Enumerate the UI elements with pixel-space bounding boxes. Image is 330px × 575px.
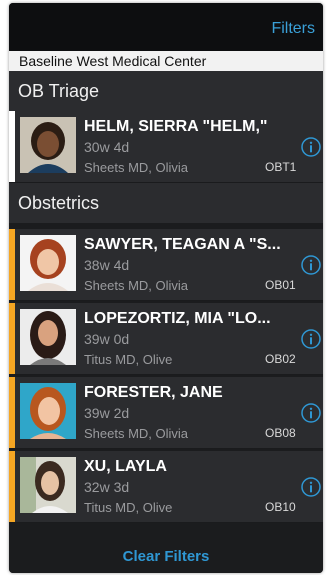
- app-window: Filters Baseline West Medical Center OB …: [9, 3, 323, 573]
- patient-row[interactable]: SAWYER, TEAGAN A "S... 38w 4d Sheets MD,…: [9, 229, 323, 301]
- status-stripe: [9, 377, 15, 448]
- section-header-ob-triage: OB Triage: [9, 71, 323, 111]
- clear-filters-button[interactable]: Clear Filters: [9, 548, 323, 565]
- patient-photo: [20, 235, 76, 291]
- status-stripe: [9, 111, 15, 182]
- patient-row[interactable]: XU, LAYLA 32w 3d Titus MD, Olive OB10: [9, 451, 323, 523]
- info-icon[interactable]: [301, 137, 321, 157]
- bed-location: OB10: [265, 500, 296, 514]
- status-stripe: [9, 451, 15, 522]
- info-icon[interactable]: [301, 329, 321, 349]
- attending-provider: Titus MD, Olive: [84, 500, 173, 515]
- attending-provider: Sheets MD, Olivia: [84, 278, 189, 293]
- gestational-age: 38w 4d: [84, 257, 130, 273]
- status-stripe: [9, 303, 15, 374]
- status-stripe: [9, 229, 15, 300]
- gestational-age: 32w 3d: [84, 479, 130, 495]
- info-icon[interactable]: [301, 403, 321, 423]
- info-icon[interactable]: [301, 255, 321, 275]
- patient-photo: [20, 117, 76, 173]
- section-header-obstetrics: Obstetrics: [9, 183, 323, 223]
- attending-provider: Titus MD, Olive: [84, 352, 173, 367]
- gestational-age: 30w 4d: [84, 139, 130, 155]
- nav-bar: Filters: [9, 3, 323, 51]
- bed-location: OB02: [265, 352, 296, 366]
- patient-photo: [20, 309, 76, 365]
- patient-row[interactable]: HELM, SIERRA "HELM," 30w 4d Sheets MD, O…: [9, 111, 323, 183]
- gestational-age: 39w 2d: [84, 405, 130, 421]
- patient-name: HELM, SIERRA "HELM,": [84, 118, 268, 135]
- patient-row[interactable]: LOPEZORTIZ, MIA "LO... 39w 0d Titus MD, …: [9, 303, 323, 375]
- bed-location: OB08: [265, 426, 296, 440]
- gestational-age: 39w 0d: [84, 331, 130, 347]
- patient-name: FORESTER, JANE: [84, 384, 223, 401]
- bed-location: OBT1: [265, 160, 297, 174]
- patient-photo: [20, 383, 76, 439]
- bed-location: OB01: [265, 278, 296, 292]
- patient-row[interactable]: FORESTER, JANE 39w 2d Sheets MD, Olivia …: [9, 377, 323, 449]
- patient-name: SAWYER, TEAGAN A "S...: [84, 236, 281, 253]
- patient-name: LOPEZORTIZ, MIA "LO...: [84, 310, 271, 327]
- footer-bar: Clear Filters: [9, 534, 323, 573]
- attending-provider: Sheets MD, Olivia: [84, 426, 189, 441]
- attending-provider: Sheets MD, Olivia: [84, 160, 189, 175]
- facility-header: Baseline West Medical Center: [9, 51, 323, 71]
- filters-button[interactable]: Filters: [271, 20, 315, 38]
- patient-photo: [20, 457, 76, 513]
- patient-name: XU, LAYLA: [84, 458, 167, 475]
- info-icon[interactable]: [301, 477, 321, 497]
